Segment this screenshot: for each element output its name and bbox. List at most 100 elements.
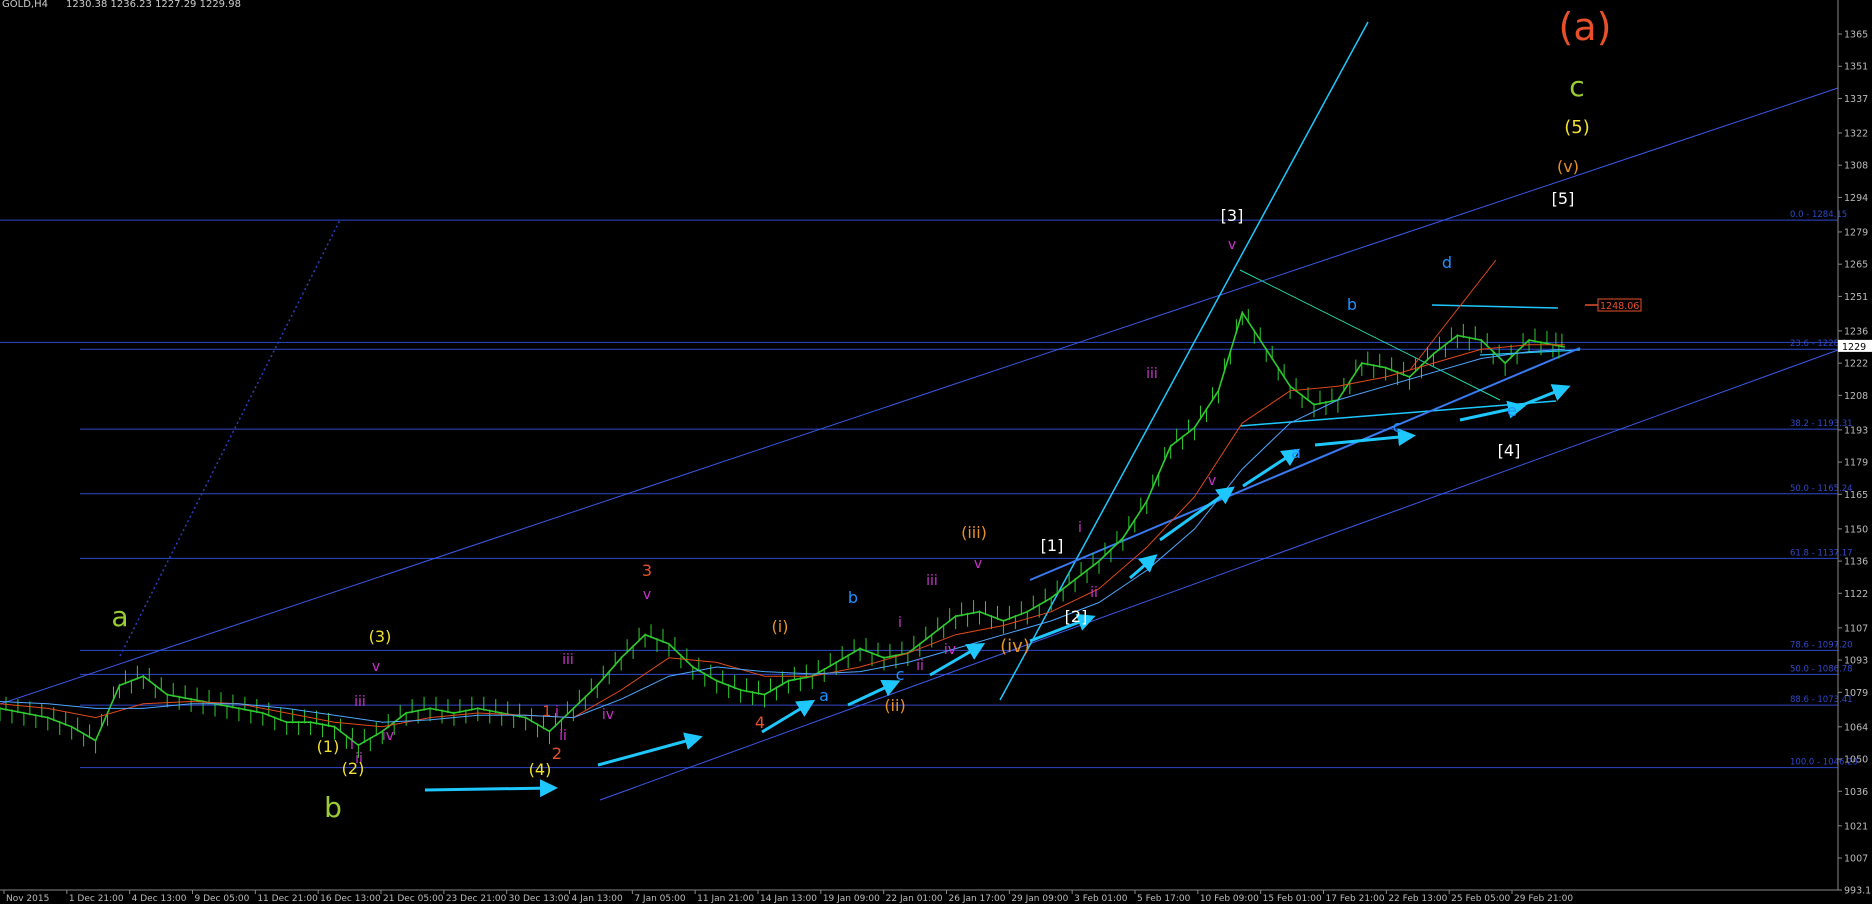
wave-label: ii (1090, 585, 1098, 601)
x-tick-label: 11 Jan 21:00 (697, 894, 754, 904)
y-tick-label: 1036 (1844, 787, 1868, 798)
lower-channel-line (599, 349, 1839, 801)
x-tick-label: 4 Dec 13:00 (132, 894, 187, 904)
fibonacci-levels: 0.0 - 1284.1523.6 - 1228.0438.2 - 1193.3… (0, 210, 1858, 769)
wave-label: iii (926, 573, 938, 589)
wave-label: i (555, 704, 559, 720)
x-tick-label: 22 Feb 13:00 (1388, 894, 1447, 904)
x-tick-label: 19 Jan 09:00 (823, 894, 880, 904)
triangle-upper-line (1431, 304, 1559, 309)
x-tick-label: 10 Feb 09:00 (1200, 894, 1259, 904)
wave-label: iv (602, 707, 614, 723)
y-tick-label: 1251 (1844, 292, 1868, 303)
y-tick-label: 993.1 (1844, 886, 1871, 897)
x-tick-label: 11 Dec 21:00 (257, 894, 318, 904)
y-tick-label: 1021 (1844, 821, 1868, 832)
wave-3-trendline (999, 21, 1369, 701)
wave-label: d (1442, 253, 1452, 272)
wave-label: 4 (755, 713, 765, 732)
x-tick-label: 9 Dec 05:00 (195, 894, 250, 904)
y-tick-label: 1322 (1844, 128, 1868, 139)
dotted-projection-line (119, 219, 341, 657)
y-tick-label: 1193 (1844, 425, 1868, 436)
y-tick-label: 1222 (1844, 359, 1868, 370)
wave-arrow (1519, 384, 1571, 408)
wave-label: iv (382, 728, 394, 744)
y-tick-label: 1365 (1844, 30, 1868, 41)
x-tick-label: 25 Feb 05:00 (1451, 894, 1510, 904)
wave-arrow (1159, 486, 1235, 542)
y-tick-label: 1150 (1844, 524, 1868, 535)
y-tick-label: 1179 (1844, 458, 1868, 469)
x-tick-label: 22 Jan 01:00 (886, 894, 943, 904)
wave-label: iii (562, 652, 574, 668)
wave-label: [3] (1221, 206, 1244, 225)
wave-label: (iv) (1000, 636, 1030, 657)
wave-label: v (974, 556, 982, 572)
x-tick-label: 30 Dec 13:00 (509, 894, 570, 904)
x-tick-label: 14 Jan 13:00 (760, 894, 817, 904)
y-tick-label: 1236 (1844, 326, 1868, 337)
y-tick-label: 1208 (1844, 391, 1868, 402)
fib-label: 0.0 - 1284.15 (1790, 210, 1847, 220)
price-axis: 1365 1351 1337 1322 1308 1294 1279 1265 1251 1236… (1837, 0, 1872, 897)
wave-label: b (1347, 295, 1357, 314)
y-tick-label: 1337 (1844, 94, 1868, 105)
wave-label: 1 (543, 704, 552, 720)
moving-average-line (0, 348, 1565, 723)
wave-arrow (1242, 448, 1301, 488)
wave-label: 2 (552, 744, 562, 763)
wave-label: (ii) (884, 696, 905, 715)
x-tick-label: 29 Feb 21:00 (1514, 894, 1573, 904)
wave-label: e (1507, 401, 1517, 420)
wave-label: iii (1146, 366, 1158, 382)
chart-header: GOLD,H4 1230.38 1236.23 1227.29 1229.98 (2, 0, 241, 10)
x-tick-label: 5 Feb 17:00 (1137, 894, 1191, 904)
wave-label: [2] (1065, 607, 1088, 626)
symbol-label: GOLD,H4 (2, 0, 48, 10)
wave-label: [5] (1552, 189, 1575, 208)
x-tick-label: 21 Dec 05:00 (383, 894, 444, 904)
wave-label: (a) (1559, 5, 1612, 49)
wave-label: (i) (772, 617, 789, 636)
wave-label: ii (916, 658, 924, 674)
y-tick-label: 1007 (1844, 854, 1868, 865)
wave-label: (3) (369, 627, 392, 646)
wave-arrow (761, 699, 816, 734)
wave-label: (iii) (961, 523, 987, 542)
y-tick-label: 1265 (1844, 260, 1868, 271)
wave-label: (v) (1557, 157, 1579, 176)
upper-channel-line (0, 87, 1839, 705)
y-tick-label: 1294 (1844, 193, 1868, 204)
wave-label: i (350, 737, 354, 753)
price-chart[interactable]: 0.0 - 1284.1523.6 - 1228.0438.2 - 1193.3… (0, 0, 1872, 904)
ohlc-label: 1230.38 1236.23 1227.29 1229.98 (66, 0, 241, 10)
x-tick-label: 17 Feb 21:00 (1326, 894, 1385, 904)
wave-label: v (1208, 473, 1216, 489)
wave-label: (5) (1564, 117, 1590, 138)
y-tick-label: 1093 (1844, 656, 1868, 667)
wave-label: i (898, 615, 902, 631)
wave-arrow (597, 732, 703, 767)
y-tick-label: 1136 (1844, 557, 1868, 568)
y-tick-label: 1064 (1844, 722, 1868, 733)
wave-label: 3 (642, 561, 652, 580)
wave-arrow (1314, 428, 1416, 447)
wave-label: a (1291, 443, 1301, 462)
wave-label: b (324, 791, 342, 824)
wave-label: (1) (317, 737, 340, 756)
wave-label: a (819, 686, 829, 705)
current-price-label: 1229 (1842, 342, 1866, 353)
wave-label: (4) (529, 760, 552, 779)
wave-label: v (643, 587, 651, 603)
x-tick-label: 1 Dec 21:00 (69, 894, 124, 904)
y-tick-label: 1308 (1844, 161, 1868, 172)
wave-label: [1] (1041, 536, 1064, 555)
wave-label: c (896, 665, 905, 684)
x-tick-label: 4 Jan 13:00 (572, 894, 624, 904)
wave-label: v (372, 659, 380, 675)
y-tick-label: 1122 (1844, 589, 1868, 600)
red-trendline (1409, 259, 1497, 371)
trend-lines (0, 21, 1839, 801)
wave-label: c (1393, 417, 1402, 436)
